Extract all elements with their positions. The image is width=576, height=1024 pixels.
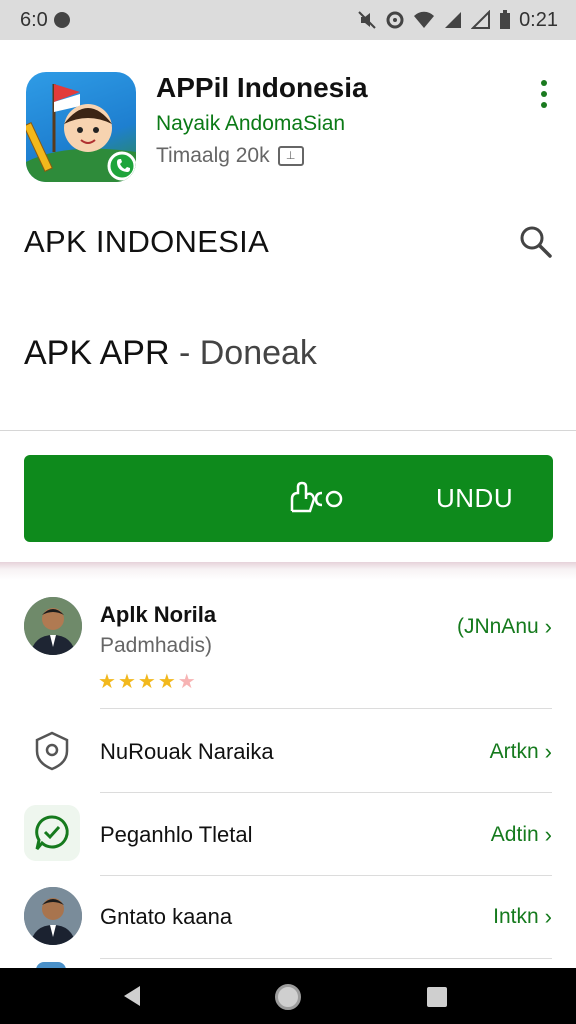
search-icon[interactable]: [516, 222, 556, 262]
notification-icon: [53, 12, 70, 28]
list-item[interactable]: Aplk Norila Padmhadis) ★ ★ ★ ★ ★ (JNnAnu…: [0, 580, 576, 708]
chat-check-icon: [35, 815, 69, 850]
signal-icon-2: [471, 10, 491, 29]
rating-badge-icon: ⊥: [277, 146, 304, 166]
download-button[interactable]: UNDU: [24, 455, 553, 542]
list-item-action[interactable]: Artkn ›: [490, 739, 552, 765]
signal-icon: [445, 12, 462, 28]
wifi-icon: [414, 11, 435, 28]
system-nav-bar: [0, 968, 576, 1024]
search-title: APK INDONESIA: [24, 224, 270, 259]
more-dot-icon: [541, 91, 547, 97]
status-bar: 6:0 0:21: [0, 0, 576, 40]
list-item-title: Peganhlo Tletal: [100, 822, 253, 847]
more-dot-icon: [541, 80, 547, 86]
app-header: APPil Indonesia Nayaik AndomaSian Timaal…: [0, 44, 576, 204]
list-item-action-label: Intkn: [493, 905, 539, 928]
download-gesture-icon: [290, 481, 343, 513]
list-item[interactable]: Gntato kaana Intkn ›: [0, 876, 576, 958]
app-meta-text: Timaalg 20k: [156, 144, 270, 167]
search-row: APK INDONESIA: [0, 210, 576, 274]
rating-stars: ★ ★ ★ ★ ★: [98, 672, 196, 692]
status-left: 6:0: [20, 9, 70, 32]
chevron-right-icon: ›: [544, 904, 552, 929]
avatar: [24, 887, 82, 945]
list-item[interactable]: Peganhlo Tletal Adtin ›: [0, 793, 576, 876]
home-icon[interactable]: [275, 984, 301, 1010]
star-icon: ★: [98, 671, 116, 693]
developer-link[interactable]: Nayaik AndomaSian: [156, 112, 345, 136]
list-item-title: NuRouak Naraika: [100, 739, 274, 764]
list-item-subtitle: Padmhadis): [100, 634, 213, 657]
alarm-icon: [386, 11, 404, 29]
chevron-right-icon: ›: [544, 822, 552, 847]
status-time-right: 0:21: [519, 8, 558, 31]
list-item-action[interactable]: Adtin ›: [491, 822, 552, 848]
person-avatar-icon: [24, 597, 82, 655]
back-icon[interactable]: [118, 982, 146, 1010]
star-icon: ★: [157, 671, 176, 693]
subtitle-rest: - Doneak: [169, 334, 317, 372]
chevron-right-icon: ›: [544, 739, 552, 764]
battery-icon: [500, 10, 511, 29]
subtitle-main: APK APR: [24, 334, 170, 372]
app-icon-illustration: [26, 84, 136, 182]
recent-apps-icon[interactable]: [427, 987, 447, 1007]
mute-icon: [358, 11, 376, 29]
status-right: 0:21: [357, 9, 558, 32]
list-item-title: Gntato kaana: [100, 904, 233, 929]
star-icon: ★: [117, 671, 136, 693]
list-item-action[interactable]: (JNnAnu ›: [457, 614, 552, 640]
list-item-title: Aplk Norila: [100, 602, 217, 627]
section-divider: [0, 562, 576, 580]
star-icon: ★: [137, 671, 156, 693]
chat-icon-tile: [24, 805, 80, 861]
list-item-action[interactable]: Intkn ›: [493, 904, 552, 930]
app-meta: Timaalg 20k ⊥: [156, 144, 304, 168]
person-avatar-icon: [24, 887, 82, 945]
more-options-button[interactable]: [530, 74, 558, 114]
divider: [100, 958, 552, 959]
list-item-action-label: Adtin: [490, 823, 539, 846]
star-icon: ★: [177, 671, 196, 693]
app-title: APPil Indonesia: [156, 72, 368, 103]
list-item-action-label: (JNnAnu: [456, 615, 539, 638]
status-time-left: 6:0: [20, 8, 48, 31]
divider: [0, 430, 576, 431]
app-icon: [26, 72, 136, 182]
page-subtitle: APK APR - Doneak: [24, 334, 317, 373]
location-shield-icon: [35, 731, 69, 771]
avatar: [24, 597, 82, 655]
download-label: UNDU: [436, 483, 514, 513]
more-dot-icon: [541, 102, 547, 108]
chevron-right-icon: ›: [544, 614, 552, 639]
list-item-action-label: Artkn: [489, 740, 539, 763]
list-item[interactable]: NuRouak Naraika Artkn ›: [0, 709, 576, 792]
